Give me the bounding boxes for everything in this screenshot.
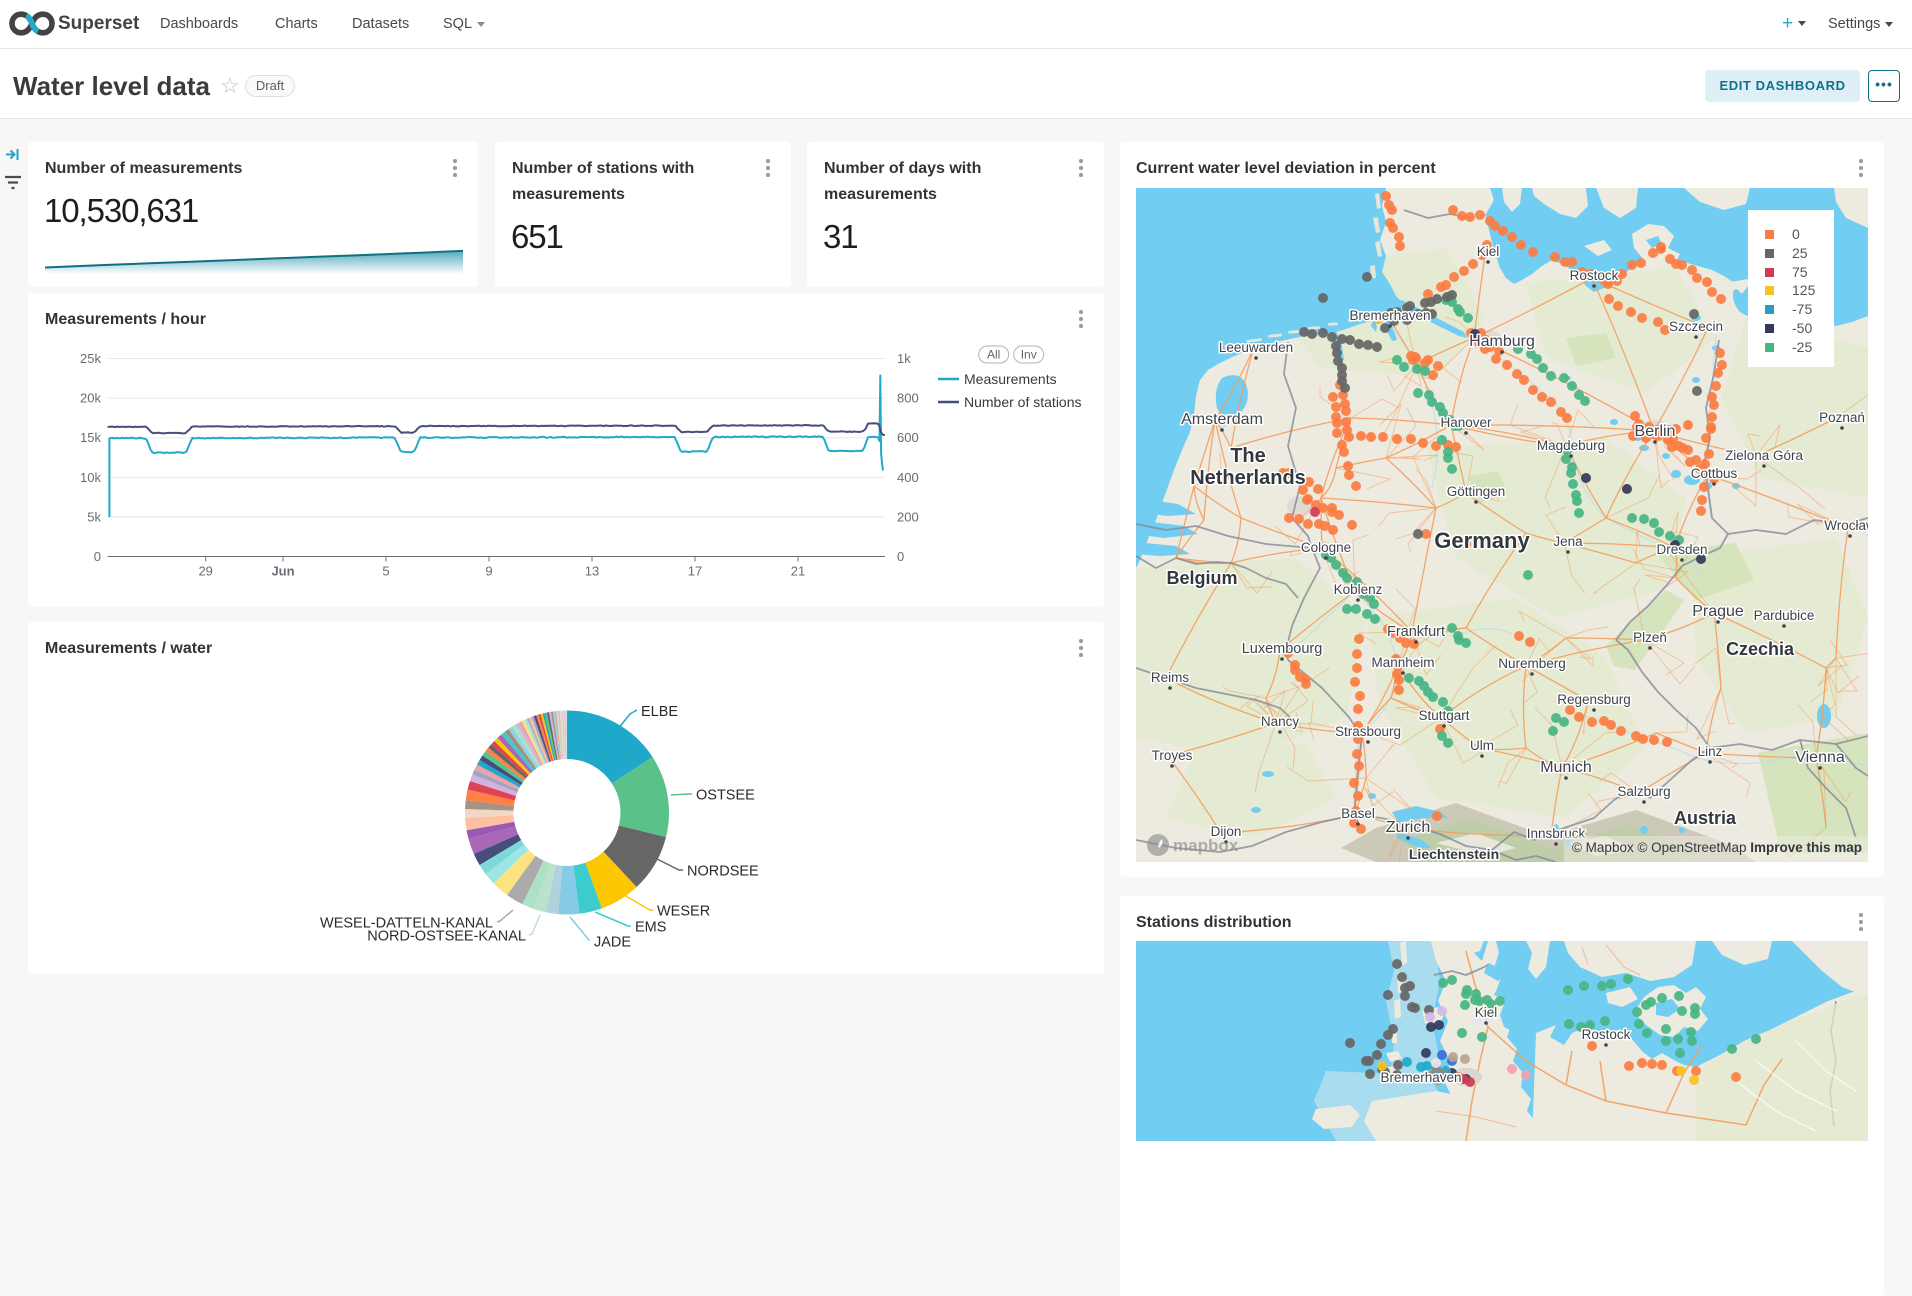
svg-text:17: 17: [688, 564, 702, 579]
svg-text:25k: 25k: [80, 351, 101, 366]
svg-text:Linz: Linz: [1698, 744, 1723, 759]
svg-text:Number of stations: Number of stations: [964, 394, 1082, 410]
svg-text:Göttingen: Göttingen: [1447, 484, 1506, 499]
svg-text:Mannheim: Mannheim: [1371, 655, 1434, 670]
svg-text:Kiel: Kiel: [1475, 1005, 1498, 1020]
svg-text:75: 75: [1792, 264, 1808, 280]
svg-text:Szczecin: Szczecin: [1669, 319, 1723, 334]
svg-text:21: 21: [791, 564, 805, 579]
svg-text:Berlin: Berlin: [1635, 423, 1676, 440]
svg-text:Stuttgart: Stuttgart: [1418, 708, 1469, 723]
svg-text:29: 29: [198, 564, 212, 579]
svg-text:Belgium: Belgium: [1166, 568, 1237, 588]
svg-text:9: 9: [485, 564, 492, 579]
svg-text:Jun: Jun: [271, 564, 294, 579]
svg-text:Poznań: Poznań: [1819, 410, 1865, 425]
svg-text:5k: 5k: [87, 509, 101, 524]
svg-text:25: 25: [1792, 245, 1808, 261]
svg-text:Prague: Prague: [1692, 603, 1744, 620]
svg-text:EMS: EMS: [635, 920, 666, 936]
svg-text:Netherlands: Netherlands: [1190, 467, 1306, 489]
svg-text:Strasbourg: Strasbourg: [1335, 724, 1401, 739]
svg-text:NORDSEE: NORDSEE: [687, 864, 759, 880]
svg-text:mapbox: mapbox: [1173, 836, 1239, 855]
svg-text:Rostock: Rostock: [1582, 1027, 1631, 1042]
svg-text:Luxembourg: Luxembourg: [1242, 641, 1323, 657]
svg-text:Liechtenstein: Liechtenstein: [1409, 846, 1499, 862]
svg-text:Munich: Munich: [1540, 759, 1592, 776]
svg-text:Wrocław: Wrocław: [1824, 518, 1868, 533]
svg-text:Basel: Basel: [1341, 806, 1375, 821]
svg-text:0: 0: [94, 549, 101, 564]
svg-text:Bremerhaven: Bremerhaven: [1349, 308, 1430, 323]
svg-text:Amsterdam: Amsterdam: [1181, 411, 1263, 428]
svg-text:20k: 20k: [80, 391, 101, 406]
svg-text:Regensburg: Regensburg: [1557, 692, 1631, 707]
svg-text:Reims: Reims: [1151, 670, 1190, 685]
svg-text:Vienna: Vienna: [1795, 749, 1845, 766]
svg-text:Measurements: Measurements: [964, 371, 1057, 387]
svg-text:-50: -50: [1792, 320, 1812, 336]
svg-text:Germany: Germany: [1434, 528, 1530, 553]
svg-text:Nancy: Nancy: [1261, 714, 1300, 729]
svg-text:15k: 15k: [80, 430, 101, 445]
svg-text:Cottbus: Cottbus: [1691, 466, 1738, 481]
svg-text:5: 5: [382, 564, 389, 579]
svg-text:Zielona Góra: Zielona Góra: [1725, 448, 1804, 463]
svg-text:Nuremberg: Nuremberg: [1498, 656, 1566, 671]
svg-text:800: 800: [897, 391, 919, 406]
svg-text:Bremerhaven: Bremerhaven: [1380, 1070, 1461, 1085]
svg-text:0: 0: [1792, 226, 1800, 242]
svg-text:Kiel: Kiel: [1477, 244, 1500, 259]
svg-text:-25: -25: [1792, 339, 1812, 355]
svg-text:0: 0: [897, 549, 904, 564]
svg-text:ELBE: ELBE: [641, 704, 678, 720]
svg-text:The: The: [1230, 445, 1266, 467]
svg-text:Pardubice: Pardubice: [1754, 608, 1815, 623]
svg-text:Leeuwarden: Leeuwarden: [1219, 340, 1293, 355]
svg-text:© Mapbox © OpenStreetMap Impro: © Mapbox © OpenStreetMap Improve this ma…: [1572, 840, 1862, 855]
svg-text:Plzeň: Plzeň: [1633, 630, 1667, 645]
svg-text:Salzburg: Salzburg: [1617, 784, 1670, 799]
svg-text:400: 400: [897, 470, 919, 485]
svg-text:Troyes: Troyes: [1152, 748, 1193, 763]
svg-text:JADE: JADE: [594, 935, 631, 951]
svg-text:Jena: Jena: [1553, 534, 1583, 549]
svg-text:1k: 1k: [897, 351, 911, 366]
svg-text:125: 125: [1792, 282, 1816, 298]
svg-text:Inv: Inv: [1021, 348, 1037, 362]
svg-text:200: 200: [897, 509, 919, 524]
svg-text:Cologne: Cologne: [1301, 540, 1351, 555]
svg-text:OSTSEE: OSTSEE: [696, 788, 755, 804]
svg-text:Austria: Austria: [1674, 808, 1737, 828]
svg-text:Rostock: Rostock: [1570, 268, 1619, 283]
svg-text:Hanover: Hanover: [1440, 415, 1492, 430]
svg-text:Koblenz: Koblenz: [1334, 582, 1383, 597]
svg-text:Zurich: Zurich: [1386, 819, 1430, 836]
svg-text:Magdeburg: Magdeburg: [1537, 438, 1605, 453]
svg-text:Hamburg: Hamburg: [1469, 333, 1535, 350]
svg-text:WESER: WESER: [657, 904, 710, 920]
svg-text:10k: 10k: [80, 470, 101, 485]
svg-text:Czechia: Czechia: [1726, 639, 1795, 659]
svg-text:Frankfurt: Frankfurt: [1387, 624, 1445, 640]
svg-text:600: 600: [897, 430, 919, 445]
svg-text:13: 13: [585, 564, 599, 579]
svg-text:-75: -75: [1792, 301, 1812, 317]
svg-text:All: All: [987, 348, 1000, 362]
svg-text:Ulm: Ulm: [1470, 738, 1494, 753]
svg-text:WESEL-DATTELN-KANAL: WESEL-DATTELN-KANAL: [320, 916, 493, 932]
svg-text:Dresden: Dresden: [1656, 542, 1707, 557]
